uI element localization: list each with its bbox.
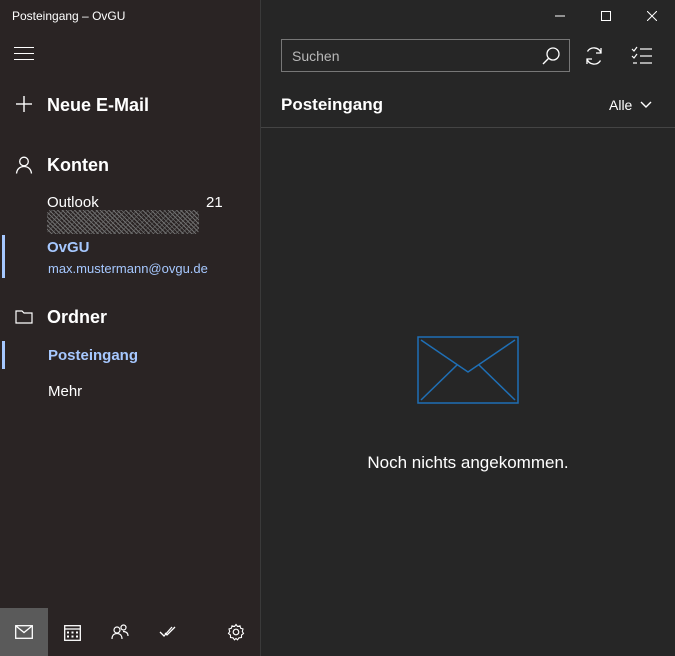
accounts-heading[interactable]: Konten [47,155,109,176]
chevron-down-icon [640,101,652,108]
mail-app-window: Posteingang – OvGU Neue E-Mail Konten Ou… [0,0,675,656]
message-list-pane: Posteingang Alle Noch nichts angekommen. [261,0,675,656]
folder-inbox[interactable]: Posteingang [48,347,138,364]
folder-icon [15,310,33,324]
redacted-email [47,210,199,234]
filter-dropdown[interactable]: Alle [609,97,652,113]
account-ovgu-email: max.mustermann@ovgu.de [48,261,208,276]
close-icon[interactable] [629,0,675,32]
list-title: Posteingang [281,95,384,114]
settings-icon[interactable] [212,608,260,656]
folder-selection-indicator [2,341,5,369]
envelope-icon [417,336,519,404]
search-icon[interactable] [541,46,561,66]
filter-label: Alle [609,97,633,113]
bottom-nav-bar [0,608,260,656]
window-title: Posteingang – OvGU [12,9,126,23]
search-input[interactable] [292,46,532,66]
header-divider [261,127,675,128]
search-box[interactable] [281,39,570,72]
mail-icon[interactable] [0,608,48,656]
selection-mode-icon[interactable] [628,42,656,70]
minimize-icon[interactable] [537,0,583,32]
unread-count-badge: 21 [206,194,223,211]
empty-state-message: Noch nichts angekommen. [367,453,569,472]
account-ovgu[interactable]: OvGU [47,239,90,256]
person-icon [15,156,33,174]
folders-heading[interactable]: Ordner [47,307,107,328]
hamburger-menu-icon[interactable] [14,47,34,63]
sync-icon[interactable] [580,42,608,70]
maximize-icon[interactable] [583,0,629,32]
calendar-icon[interactable] [48,608,96,656]
new-mail-button[interactable]: Neue E-Mail [47,95,149,116]
navigation-pane: Posteingang – OvGU Neue E-Mail Konten Ou… [0,0,261,656]
plus-icon[interactable] [14,94,34,114]
todo-icon[interactable] [144,608,192,656]
account-outlook[interactable]: Outlook [47,194,99,211]
folder-more[interactable]: Mehr [48,383,82,400]
selection-indicator [2,235,5,278]
people-icon[interactable] [96,608,144,656]
